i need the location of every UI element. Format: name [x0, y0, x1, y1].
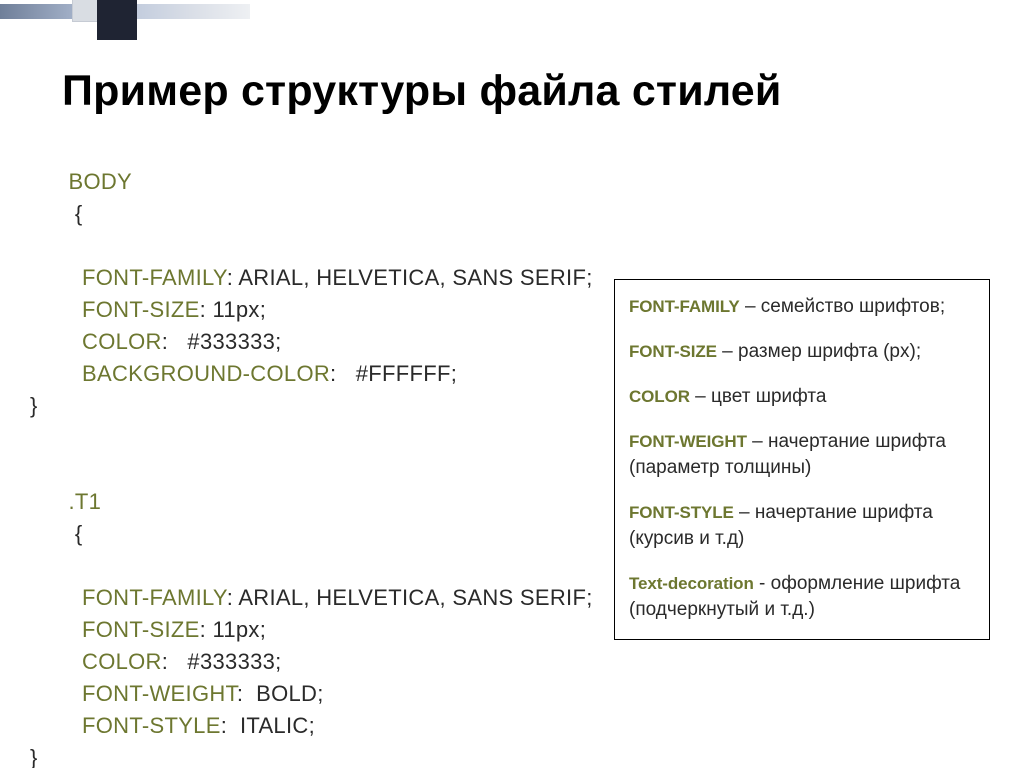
val-font-family: Arial, Helvetica, sans serif: [238, 585, 586, 610]
end: ;: [275, 329, 281, 354]
legend-term: Font-style: [629, 503, 734, 522]
brace: {: [75, 201, 83, 226]
legend-font-style: Font-style – начертание шрифта (курсив и…: [629, 500, 975, 552]
legend-desc: – размер шрифта (px);: [717, 341, 921, 362]
val-font-size: 11px: [212, 297, 259, 322]
legend-font-family: Font-family – семейство шрифтов;: [629, 294, 975, 320]
legend-term: Text-decoration: [629, 574, 754, 593]
val-font-weight: bold: [256, 681, 317, 706]
val-font-size: 11px: [212, 617, 259, 642]
prop-color: color: [82, 329, 162, 354]
prop-font-style: font-style: [82, 713, 221, 738]
deco-square-dark: [97, 0, 137, 40]
end: ;: [586, 585, 592, 610]
selector-body: Body: [68, 169, 132, 194]
end: ;: [451, 361, 457, 386]
brace-close: }: [30, 393, 38, 418]
val-font-family: Arial, Helvetica, sans serif: [238, 265, 586, 290]
prop-font-family: font-family: [82, 585, 227, 610]
legend-box: Font-family – семейство шрифтов; Font-si…: [614, 279, 990, 640]
legend-font-size: Font-size – размер шрифта (px);: [629, 339, 975, 365]
legend-term: Color: [629, 387, 690, 406]
legend-font-weight: Font-weight – начертание шрифта (парамет…: [629, 429, 975, 481]
prop-color: color: [82, 649, 162, 674]
legend-color: Color – цвет шрифта: [629, 384, 975, 410]
val-color: #333333: [187, 649, 275, 674]
val-color: #333333: [187, 329, 275, 354]
val-font-style: italic: [240, 713, 309, 738]
prop-font-size: font-size: [82, 297, 200, 322]
code-block: Body { font-family: Arial, Helvetica, sa…: [30, 134, 593, 768]
end: ;: [586, 265, 592, 290]
brace-open: {: [75, 521, 83, 546]
prop-bg: background-color: [82, 361, 330, 386]
legend-desc: – семейство шрифтов;: [740, 296, 945, 317]
end: ;: [260, 297, 266, 322]
end: ;: [260, 617, 266, 642]
prop-font-family: font-family: [82, 265, 227, 290]
end: ;: [309, 713, 315, 738]
selector-t1: .T1: [68, 489, 101, 514]
end: ;: [275, 649, 281, 674]
legend-text-decoration: Text-decoration - оформление шрифта (под…: [629, 571, 975, 623]
legend-term: Font-size: [629, 342, 717, 361]
slide: Пример структуры файла стилей Body { fon…: [0, 0, 1024, 768]
end: ;: [317, 681, 323, 706]
legend-desc: – цвет шрифта: [690, 386, 827, 407]
brace-close: }: [30, 745, 38, 768]
val-bg: #FFFFFF: [356, 361, 451, 386]
slide-decoration: [0, 0, 250, 48]
prop-font-weight: font-weight: [82, 681, 237, 706]
legend-term: Font-weight: [629, 432, 747, 451]
legend-term: Font-family: [629, 297, 740, 316]
prop-font-size: font-size: [82, 617, 200, 642]
page-title: Пример структуры файла стилей: [62, 67, 782, 116]
